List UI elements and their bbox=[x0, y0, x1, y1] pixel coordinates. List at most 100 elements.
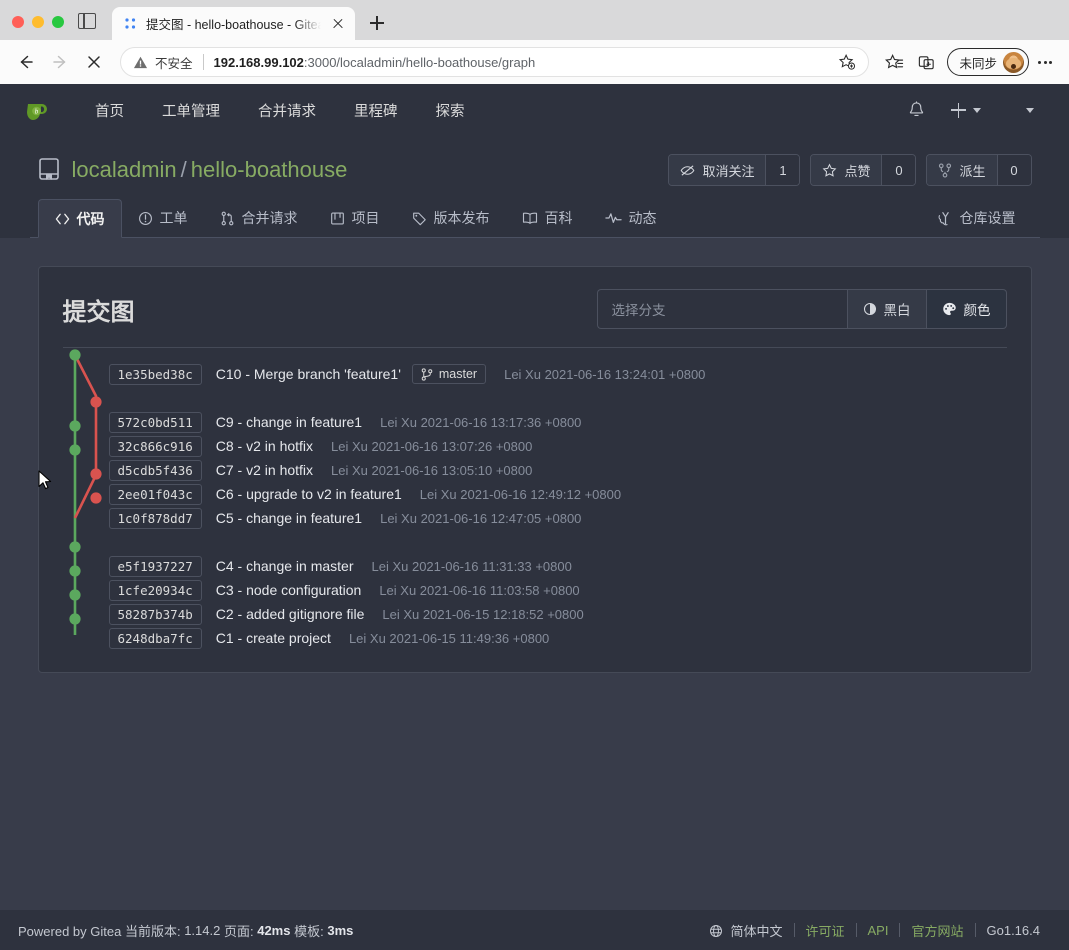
commit-row[interactable]: 572c0bd511 C9 - change in feature1 Lei X… bbox=[63, 410, 1007, 434]
commit-sha[interactable]: 572c0bd511 bbox=[108, 411, 202, 433]
commit-subject[interactable]: C9 - change in feature1 bbox=[216, 414, 362, 430]
branch-badge-label: master bbox=[438, 367, 478, 381]
browser-toolbar: 不安全 192.168.99.102:3000/localadmin/hello… bbox=[0, 40, 1069, 84]
commit-sha[interactable]: d5cdb5f436 bbox=[108, 459, 202, 481]
commit-meta: Lei Xu 2021-06-16 13:17:36 +0800 bbox=[380, 414, 582, 430]
pull-request-icon bbox=[221, 211, 233, 225]
star-button-group[interactable]: 点赞 0 bbox=[810, 154, 917, 186]
user-menu-button[interactable] bbox=[1013, 93, 1047, 127]
commit-sha[interactable]: e5f1937227 bbox=[108, 555, 202, 577]
profile-button[interactable]: 未同步 bbox=[947, 48, 1029, 76]
commit-sha[interactable]: 58287b374b bbox=[108, 603, 202, 625]
commit-row[interactable]: 1e35bed38c C10 - Merge branch 'feature1'… bbox=[63, 362, 1007, 386]
bell-icon[interactable] bbox=[899, 93, 933, 127]
commit-row[interactable]: d5cdb5f436 C7 - v2 in hotfix Lei Xu 2021… bbox=[63, 458, 1007, 482]
commit-row[interactable]: 1cfe20934c C3 - node configuration Lei X… bbox=[63, 578, 1007, 602]
chevron-down-icon bbox=[1026, 107, 1034, 113]
create-menu-button[interactable] bbox=[939, 102, 993, 118]
language-selector[interactable]: 简体中文 bbox=[698, 921, 793, 940]
commit-sha[interactable]: 1e35bed38c bbox=[108, 363, 202, 385]
unwatch-label: 取消关注 bbox=[702, 163, 755, 179]
star-button[interactable]: 点赞 bbox=[811, 155, 882, 185]
commit-subject[interactable]: C7 - v2 in hotfix bbox=[216, 462, 313, 478]
star-count[interactable]: 0 bbox=[881, 155, 916, 185]
commit-sha[interactable]: 2ee01f043c bbox=[108, 483, 202, 505]
address-bar[interactable]: 不安全 192.168.99.102:3000/localadmin/hello… bbox=[120, 47, 870, 77]
commit-row[interactable]: e5f1937227 C4 - change in master Lei Xu … bbox=[63, 554, 1007, 578]
minimize-window-button[interactable] bbox=[32, 16, 44, 28]
more-options-icon[interactable] bbox=[1031, 48, 1059, 76]
commit-subject[interactable]: C6 - upgrade to v2 in feature1 bbox=[216, 486, 402, 502]
repo-name-link[interactable]: hello-boathouse bbox=[191, 157, 348, 182]
back-arrow-icon[interactable] bbox=[10, 46, 42, 78]
stop-loading-icon[interactable] bbox=[78, 46, 110, 78]
watch-count[interactable]: 1 bbox=[765, 155, 800, 185]
nav-item-milestones[interactable]: 里程碑 bbox=[335, 100, 417, 121]
mode-color-button[interactable]: 颜色 bbox=[926, 289, 1007, 329]
fork-count[interactable]: 0 bbox=[996, 155, 1031, 185]
browser-tab[interactable]: 提交图 - hello-boathouse - Gitea bbox=[112, 7, 355, 40]
commit-row[interactable]: 6248dba7fc C1 - create project Lei Xu 20… bbox=[63, 626, 1007, 650]
fork-label: 派生 bbox=[959, 163, 986, 179]
commit-subject[interactable]: C5 - change in feature1 bbox=[216, 510, 362, 526]
commit-sha[interactable]: 6248dba7fc bbox=[108, 627, 202, 649]
tab-issues[interactable]: 工单 bbox=[122, 199, 204, 237]
footer-link-website[interactable]: 官方网站 bbox=[900, 921, 974, 940]
tab-releases[interactable]: 版本发布 bbox=[396, 199, 506, 237]
commit-subject[interactable]: C4 - change in master bbox=[216, 558, 354, 574]
tab-activity-label: 动态 bbox=[628, 210, 657, 226]
footer-link-api[interactable]: API bbox=[857, 923, 900, 938]
close-tab-icon[interactable] bbox=[329, 15, 347, 33]
commit-row[interactable]: 2ee01f043c C6 - upgrade to v2 in feature… bbox=[63, 482, 1007, 506]
footer-page-time: 42ms bbox=[257, 922, 291, 938]
mode-monochrome-button[interactable]: 黑白 bbox=[846, 289, 927, 329]
nav-item-pulls[interactable]: 合并请求 bbox=[239, 100, 335, 121]
branch-select[interactable]: 选择分支 bbox=[596, 289, 847, 329]
nav-item-explore[interactable]: 探索 bbox=[417, 100, 484, 121]
nav-item-home[interactable]: 首页 bbox=[76, 100, 143, 121]
footer-link-license[interactable]: 许可证 bbox=[795, 921, 856, 940]
close-window-button[interactable] bbox=[12, 16, 24, 28]
watch-button-group[interactable]: 取消关注 1 bbox=[668, 154, 801, 186]
commit-subject[interactable]: C10 - Merge branch 'feature1' bbox=[216, 366, 401, 382]
tab-pull-requests[interactable]: 合并请求 bbox=[204, 199, 314, 237]
commit-sha[interactable]: 32c866c916 bbox=[108, 435, 202, 457]
nav-item-issues[interactable]: 工单管理 bbox=[143, 100, 239, 121]
fork-button[interactable]: 派生 bbox=[927, 155, 997, 185]
split-screen-icon[interactable] bbox=[911, 47, 941, 77]
commit-meta: Lei Xu 2021-06-16 13:24:01 +0800 bbox=[504, 366, 706, 382]
tab-repo-settings[interactable]: 仓库设置 bbox=[922, 199, 1032, 237]
branch-badge[interactable]: master bbox=[411, 364, 487, 384]
commit-subject[interactable]: C1 - create project bbox=[216, 630, 331, 646]
commit-row[interactable]: 32c866c916 C8 - v2 in hotfix Lei Xu 2021… bbox=[63, 434, 1007, 458]
global-nav-items: 首页 工单管理 合并请求 里程碑 探索 bbox=[76, 100, 484, 121]
tab-wiki[interactable]: 百科 bbox=[506, 199, 589, 237]
footer-version: 1.14.2 bbox=[184, 922, 221, 938]
maximize-window-button[interactable] bbox=[52, 16, 64, 28]
tab-code[interactable]: 代码 bbox=[37, 199, 122, 238]
url-host: 192.168.99.102 bbox=[213, 54, 304, 70]
footer-template-time: 3ms bbox=[327, 922, 354, 938]
collections-icon[interactable] bbox=[879, 47, 909, 77]
commit-subject[interactable]: C8 - v2 in hotfix bbox=[216, 438, 313, 454]
commit-sha[interactable]: 1c0f878dd7 bbox=[108, 507, 202, 529]
commit-row[interactable]: 58287b374b C2 - added gitignore file Lei… bbox=[63, 602, 1007, 626]
tab-activity[interactable]: 动态 bbox=[589, 199, 673, 237]
add-favorite-icon[interactable] bbox=[832, 47, 862, 77]
commit-subject[interactable]: C2 - added gitignore file bbox=[216, 606, 365, 622]
commit-sha[interactable]: 1cfe20934c bbox=[108, 579, 202, 601]
fork-button-group[interactable]: 派生 0 bbox=[926, 154, 1032, 186]
sidebar-toggle-icon[interactable] bbox=[78, 13, 96, 29]
tab-projects-label: 项目 bbox=[351, 210, 380, 226]
unwatch-button[interactable]: 取消关注 bbox=[669, 155, 766, 185]
gitea-logo-icon[interactable]: b bbox=[22, 95, 52, 125]
tab-projects[interactable]: 项目 bbox=[314, 199, 396, 237]
graph-gap-row bbox=[63, 530, 1007, 554]
commit-subject[interactable]: C3 - node configuration bbox=[216, 582, 362, 598]
new-tab-icon[interactable] bbox=[363, 9, 391, 37]
commit-row[interactable]: 1c0f878dd7 C5 - change in feature1 Lei X… bbox=[63, 506, 1007, 530]
footer-template-label: 模板: bbox=[294, 923, 324, 939]
address-bar-divider bbox=[202, 54, 204, 70]
repo-owner-link[interactable]: localadmin bbox=[72, 157, 177, 182]
gitea-favicon-icon bbox=[124, 17, 138, 31]
